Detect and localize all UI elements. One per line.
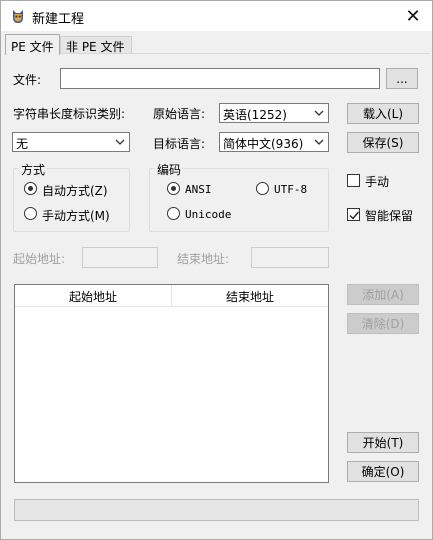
source-language-select[interactable]: 英语(1252) bbox=[219, 103, 329, 123]
title-bar: 新建工程 ✕ bbox=[1, 1, 432, 31]
close-button[interactable]: ✕ bbox=[394, 1, 432, 31]
add-button[interactable]: 添加(A) bbox=[347, 284, 419, 305]
encoding-group: 编码 bbox=[149, 161, 329, 232]
target-language-label: 目标语言: bbox=[153, 137, 206, 151]
utf8-radio[interactable] bbox=[256, 182, 269, 195]
new-project-dialog: 新建工程 ✕ PE 文件 非 PE 文件 文件: ... 字符串长度标识类别: … bbox=[0, 0, 433, 540]
address-range-table[interactable]: 起始地址 结束地址 bbox=[14, 284, 329, 483]
column-header-start-address[interactable]: 起始地址 bbox=[15, 285, 172, 307]
chevron-down-icon bbox=[115, 139, 125, 145]
smart-keep-checkbox-label: 智能保留 bbox=[365, 209, 414, 223]
utf8-label: UTF-8 bbox=[274, 183, 308, 196]
load-button[interactable]: 载入(L) bbox=[347, 103, 419, 124]
tab-panel-border bbox=[5, 53, 430, 54]
chevron-down-icon bbox=[314, 139, 324, 145]
tab-non-pe-file[interactable]: 非 PE 文件 bbox=[60, 36, 132, 54]
file-label: 文件: bbox=[13, 73, 42, 87]
window-title: 新建工程 bbox=[32, 12, 85, 27]
table-header: 起始地址 结束地址 bbox=[15, 285, 328, 307]
unicode-radio[interactable] bbox=[167, 207, 180, 220]
source-language-value: 英语(1252) bbox=[223, 108, 287, 122]
target-language-value: 简体中文(936) bbox=[223, 137, 304, 151]
string-length-type-value: 无 bbox=[16, 137, 29, 151]
manual-checkbox[interactable] bbox=[347, 174, 360, 187]
file-path-input[interactable] bbox=[60, 68, 380, 89]
ansi-label: ANSI bbox=[185, 183, 212, 196]
end-address-input[interactable] bbox=[251, 247, 329, 268]
save-button[interactable]: 保存(S) bbox=[347, 132, 419, 153]
tab-pe-file[interactable]: PE 文件 bbox=[5, 34, 60, 55]
clear-button[interactable]: 清除(D) bbox=[347, 313, 419, 334]
mode-group-title: 方式 bbox=[19, 161, 48, 178]
progress-bar bbox=[14, 499, 419, 521]
end-address-label: 结束地址: bbox=[177, 252, 230, 266]
auto-mode-radio[interactable] bbox=[24, 182, 37, 195]
unicode-label: Unicode bbox=[185, 208, 232, 221]
manual-mode-label: 手动方式(M) bbox=[42, 209, 110, 223]
close-icon: ✕ bbox=[405, 5, 421, 27]
ansi-radio[interactable] bbox=[167, 182, 180, 195]
string-length-type-select[interactable]: 无 bbox=[12, 132, 130, 152]
app-icon bbox=[13, 10, 23, 23]
start-address-input[interactable] bbox=[82, 247, 158, 268]
start-address-label: 起始地址: bbox=[13, 252, 66, 266]
chevron-down-icon bbox=[314, 110, 324, 116]
smart-keep-checkbox[interactable] bbox=[347, 208, 360, 221]
auto-mode-label: 自动方式(Z) bbox=[42, 184, 108, 198]
manual-checkbox-label: 手动 bbox=[365, 175, 390, 189]
string-length-type-label: 字符串长度标识类别: bbox=[13, 107, 126, 121]
column-header-end-address[interactable]: 结束地址 bbox=[172, 285, 328, 307]
source-language-label: 原始语言: bbox=[153, 107, 206, 121]
checkmark-icon bbox=[349, 211, 360, 220]
target-language-select[interactable]: 简体中文(936) bbox=[219, 132, 329, 152]
manual-mode-radio[interactable] bbox=[24, 207, 37, 220]
browse-button[interactable]: ... bbox=[386, 68, 418, 89]
ok-button[interactable]: 确定(O) bbox=[347, 461, 419, 482]
start-button[interactable]: 开始(T) bbox=[347, 432, 419, 453]
encoding-group-title: 编码 bbox=[155, 161, 184, 178]
